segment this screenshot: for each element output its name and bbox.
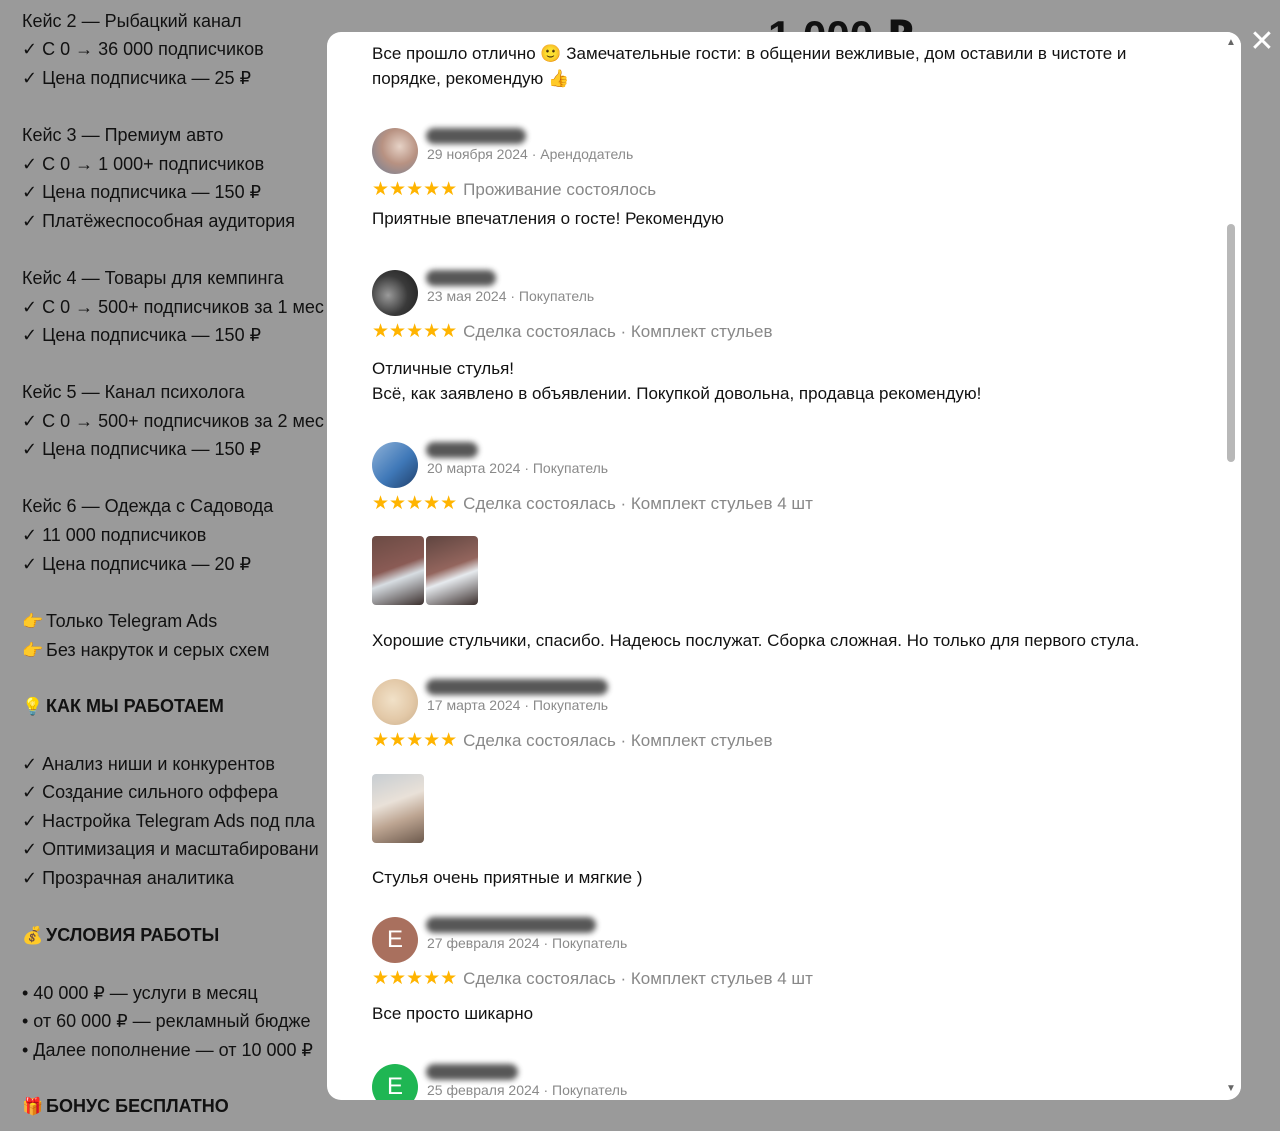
review-item: Е 25 февраля 2024 · Покупатель — [372, 1064, 1202, 1100]
bg-text-line: ✓ С 0 → 1 000+ подписчиков — [22, 154, 265, 174]
review-item: 20 марта 2024 · Покупатель ★★★★★ Сделка с… — [372, 442, 1202, 650]
review-photo[interactable] — [372, 774, 424, 843]
bg-text-line: ✓ Платёжеспособная аудитория — [22, 211, 296, 231]
review-rating: ★★★★★ Сделка состоялась · Комплект стулье… — [372, 729, 773, 752]
reviewer-avatar[interactable] — [372, 270, 418, 316]
deal-label: Сделка состоялась · Комплект стульев — [463, 731, 773, 750]
bg-text-line: Кейс 3 — Премиум авто — [22, 125, 224, 145]
reviewer-avatar[interactable] — [372, 679, 418, 725]
pointing-hand-icon: 👉 — [22, 641, 44, 660]
scroll-down-arrow-icon[interactable]: ▼ — [1226, 1084, 1236, 1094]
gift-icon: 🎁 — [22, 1097, 44, 1116]
reviewer-name-blurred[interactable] — [426, 917, 596, 933]
review-comment: Все прошло отлично 🙂 Замечательные гости… — [372, 44, 1127, 88]
section-heading: 💡 КАК МЫ РАБОТАЕМ — [22, 696, 224, 716]
bg-text-line: ✓ С 0 → 500+ подписчиков за 1 мес — [22, 297, 324, 317]
review-comment: Хорошие стульчики, спасибо. Надеюсь посл… — [372, 631, 1140, 650]
money-bag-icon: 💰 — [22, 926, 44, 945]
star-rating-icon: ★★★★★ — [372, 493, 458, 514]
close-icon[interactable]: ✕ — [1248, 27, 1276, 57]
review-rating: ★★★★★ Проживание состоялось — [372, 178, 656, 201]
scroll-up-arrow-icon[interactable]: ▲ — [1226, 38, 1236, 48]
bg-text-line: ✓ Создание сильного оффера — [22, 782, 278, 802]
review-date-role: 17 марта 2024 · Покупатель — [427, 697, 609, 713]
review-date-role: 23 мая 2024 · Покупатель — [427, 288, 595, 304]
bg-text-line: ✓ Настройка Telegram Ads под пла — [22, 811, 315, 831]
review-comment: Все просто шикарно — [372, 1004, 534, 1023]
reviewer-avatar[interactable] — [372, 442, 418, 488]
star-rating-icon: ★★★★★ — [372, 968, 458, 989]
bg-text-line: ✓ Оптимизация и масштабировани — [22, 839, 319, 859]
review-comment: Приятные впечатления о госте! Рекомендую — [372, 209, 724, 228]
bg-text-line: • от 60 000 ₽ — рекламный бюдже — [22, 1011, 311, 1031]
review-photo[interactable] — [372, 536, 424, 605]
review-date-role: 29 ноября 2024 · Арендодатель — [427, 146, 634, 162]
reviewer-name-blurred[interactable] — [426, 442, 478, 458]
reviewer-avatar[interactable]: Е — [372, 1064, 418, 1100]
review-rating: ★★★★★ Сделка состоялась · Комплект стулье… — [372, 320, 773, 343]
review-comment: Стулья очень приятные и мягкие ) — [372, 868, 643, 887]
bg-text-line: ✓ Цена подписчика — 150 ₽ — [22, 325, 262, 345]
reviewer-name-blurred[interactable] — [426, 270, 496, 286]
bg-text-line: Кейс 2 — Рыбацкий канал — [22, 11, 242, 31]
bg-text-line: ✓ Анализ ниши и конкурентов — [22, 754, 275, 774]
reviews-list[interactable]: Все прошло отлично 🙂 Замечательные гости… — [327, 32, 1221, 1100]
bg-text-line: Кейс 5 — Канал психолога — [22, 382, 245, 402]
review-date-role: 27 февраля 2024 · Покупатель — [427, 935, 628, 951]
pointing-hand-icon: 👉 — [22, 612, 44, 631]
scrollbar[interactable]: ▲ ▼ — [1221, 32, 1241, 1100]
star-rating-icon: ★★★★★ — [372, 321, 458, 342]
deal-label: Сделка состоялась · Комплект стульев — [463, 322, 773, 341]
review-item: 23 мая 2024 · Покупатель ★★★★★ Сделка сос… — [372, 270, 1202, 410]
deal-label: Сделка состоялась · Комплект стульев 4 ш… — [463, 969, 813, 988]
scrollbar-thumb[interactable] — [1227, 224, 1235, 462]
bg-text-line: Кейс 6 — Одежда с Садовода — [22, 496, 274, 516]
price-fragment: 1 000 ₽ — [768, 14, 948, 34]
deal-label: Сделка состоялась · Комплект стульев 4 ш… — [463, 494, 813, 513]
reviewer-name-blurred[interactable] — [426, 1064, 518, 1080]
lightbulb-icon: 💡 — [22, 697, 44, 716]
review-date-role: 25 февраля 2024 · Покупатель — [427, 1082, 628, 1098]
review-item: Е 27 февраля 2024 · Покупатель ★★★★★ Сдел… — [372, 917, 1202, 1027]
section-heading: 💰 УСЛОВИЯ РАБОТЫ — [22, 925, 220, 945]
bg-text-line: ✓ Цена подписчика — 150 ₽ — [22, 182, 262, 202]
review-item: 29 ноября 2024 · Арендодатель ★★★★★ Прожи… — [372, 128, 1202, 238]
section-heading: 🎁 БОНУС БЕСПЛАТНО — [22, 1096, 229, 1116]
bg-text-line: ✓ Цена подписчика — 25 ₽ — [22, 68, 252, 88]
bg-text-line: ✓ 11 000 подписчиков — [22, 525, 207, 545]
bg-text-line: • 40 000 ₽ — услуги в месяц — [22, 983, 258, 1003]
bg-text-line: ✓ С 0 → 36 000 подписчиков — [22, 39, 264, 59]
reviews-modal[interactable]: Все прошло отлично 🙂 Замечательные гости… — [327, 32, 1241, 1100]
reviewer-avatar[interactable] — [372, 128, 418, 174]
reviewer-name-blurred[interactable] — [426, 128, 526, 144]
bg-text-line: • Далее пополнение — от 10 000 ₽ — [22, 1040, 313, 1060]
review-rating: ★★★★★ Сделка состоялась · Комплект стулье… — [372, 967, 813, 990]
bg-text-line: ✓ Цена подписчика — 20 ₽ — [22, 554, 252, 574]
bg-text-line: ✓ Цена подписчика — 150 ₽ — [22, 439, 262, 459]
review-rating: ★★★★★ Сделка состоялась · Комплект стулье… — [372, 492, 813, 515]
review-item: 17 марта 2024 · Покупатель ★★★★★ Сделка с… — [372, 679, 1202, 887]
review-date-role: 20 марта 2024 · Покупатель — [427, 460, 609, 476]
bg-text-line: 👉 Только Telegram Ads — [22, 611, 218, 631]
review-comment: Отличные стулья! Всё, как заявлено в объ… — [372, 359, 982, 403]
star-rating-icon: ★★★★★ — [372, 179, 458, 200]
bg-text-line: ✓ С 0 → 500+ подписчиков за 2 мес — [22, 411, 324, 431]
review-photo[interactable] — [426, 536, 478, 605]
bg-text-line: 👉 Без накруток и серых схем — [22, 640, 270, 660]
bg-text-line: ✓ Прозрачная аналитика — [22, 868, 234, 888]
reviewer-avatar[interactable]: Е — [372, 917, 418, 963]
star-rating-icon: ★★★★★ — [372, 730, 458, 751]
reviewer-name-blurred[interactable] — [426, 679, 608, 695]
deal-label: Проживание состоялось — [463, 180, 657, 199]
bg-text-line: Кейс 4 — Товары для кемпинга — [22, 268, 284, 288]
